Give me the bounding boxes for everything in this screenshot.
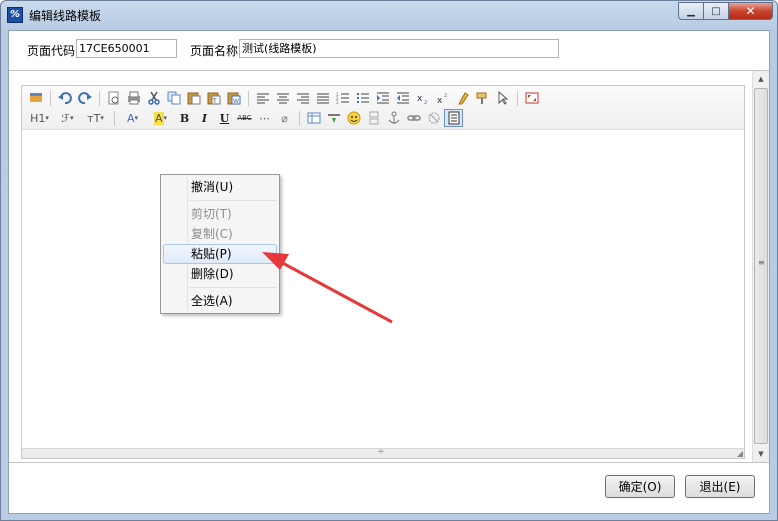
page-code-label: 页面代码: <box>27 44 80 58</box>
menu-item-cut[interactable]: 剪切(T) <box>163 204 277 224</box>
ordered-list-icon[interactable]: 123 <box>333 89 352 107</box>
justify-icon[interactable] <box>313 89 332 107</box>
unlink-icon[interactable] <box>424 109 443 127</box>
dialog-body: 页面代码: 17CE650001 页面名称: 测试(线路模板) T W 1 2 … <box>8 30 770 514</box>
svg-text:x: x <box>417 94 423 104</box>
paste-icon[interactable] <box>184 89 203 107</box>
context-menu: 撤消(U) 剪切(T) 复制(C) 粘贴(P) 删除(D) 全选(A) <box>160 174 280 314</box>
toolbar-row-1: T W 123 x2 x2 <box>26 88 542 108</box>
rich-text-editor: T W 123 x2 x2 H1 ▾ ℱ ▾ тT ▾ A ▾ A ▾ B I … <box>21 85 745 459</box>
paste-word-icon[interactable]: W <box>224 89 243 107</box>
print-icon[interactable] <box>124 89 143 107</box>
ok-button[interactable]: 确定(O) <box>605 475 675 498</box>
fullscreen-icon[interactable] <box>522 89 541 107</box>
menu-item-select-all[interactable]: 全选(A) <box>163 291 277 311</box>
undo-icon[interactable] <box>55 89 74 107</box>
outdent-icon[interactable] <box>393 89 412 107</box>
link-icon[interactable] <box>404 109 423 127</box>
font-color-label: A <box>126 111 135 125</box>
app-icon: % <box>7 7 23 23</box>
chevron-down-icon: ▾ <box>45 114 49 122</box>
scroll-up-icon[interactable]: ▲ <box>753 71 769 87</box>
resize-grip-icon[interactable]: ÷ <box>377 447 385 457</box>
maximize-button[interactable]: □ <box>704 2 729 20</box>
template-icon[interactable] <box>26 89 45 107</box>
thumb-grip-icon: ≡ <box>758 258 765 267</box>
page-fields: 页面代码: 17CE650001 页面名称: 测试(线路模板) <box>9 31 769 67</box>
exit-button[interactable]: 退出(E) <box>685 475 755 498</box>
font-family-dropdown[interactable]: ℱ ▾ <box>54 109 81 127</box>
window-title: 编辑线路模板 <box>29 9 102 23</box>
font-size-label: тT <box>87 111 101 125</box>
subscript-icon[interactable]: x2 <box>413 89 432 107</box>
heading-dropdown[interactable]: H1 ▾ <box>26 109 53 127</box>
page-name-input[interactable]: 测试(线路模板) <box>239 39 559 58</box>
page-code-input[interactable]: 17CE650001 <box>76 39 177 58</box>
editor-statusbar: ÷ ◢ <box>22 447 744 458</box>
table-icon[interactable] <box>304 109 323 127</box>
italic-button[interactable]: I <box>195 109 214 127</box>
indent-icon[interactable] <box>373 89 392 107</box>
heading-label: H1 <box>30 111 46 125</box>
font-color-button[interactable]: A ▾ <box>119 109 146 127</box>
font-size-dropdown[interactable]: тT ▾ <box>82 109 109 127</box>
svg-text:2: 2 <box>444 93 447 99</box>
page-break-icon[interactable] <box>364 109 383 127</box>
svg-text:W: W <box>233 98 239 105</box>
select-pointer-icon[interactable] <box>493 89 512 107</box>
superscript-icon[interactable]: x2 <box>433 89 452 107</box>
editor-toolbar: T W 123 x2 x2 H1 ▾ ℱ ▾ тT ▾ A ▾ A ▾ B I … <box>22 86 744 130</box>
font-family-label: ℱ <box>61 111 71 125</box>
scroll-down-icon[interactable]: ▼ <box>753 446 769 462</box>
dialog-footer: 确定(O) 退出(E) <box>9 463 769 513</box>
page-name-label: 页面名称: <box>190 44 243 58</box>
svg-text:2: 2 <box>424 100 427 104</box>
eraser-button[interactable]: ⌀ <box>275 109 294 127</box>
align-center-icon[interactable] <box>273 89 292 107</box>
paste-text-icon[interactable]: T <box>204 89 223 107</box>
menu-item-delete[interactable]: 删除(D) <box>163 264 277 284</box>
chevron-down-icon: ▾ <box>134 114 139 122</box>
scrollbar-thumb[interactable]: ≡ <box>754 88 768 444</box>
editor-frame: T W 123 x2 x2 H1 ▾ ℱ ▾ тT ▾ A ▾ A ▾ B I … <box>9 70 769 463</box>
insert-row-icon[interactable] <box>324 109 343 127</box>
align-left-icon[interactable] <box>253 89 272 107</box>
editor-content-area[interactable] <box>22 131 744 440</box>
vertical-scrollbar[interactable]: ▲ ≡ ▼ <box>752 71 769 462</box>
unordered-list-icon[interactable] <box>353 89 372 107</box>
chevron-down-icon: ▾ <box>100 114 104 122</box>
svg-text:x: x <box>437 96 443 104</box>
source-code-icon[interactable] <box>444 109 463 127</box>
clear-format-icon[interactable] <box>453 89 472 107</box>
menu-item-paste[interactable]: 粘贴(P) <box>163 244 277 264</box>
menu-item-undo[interactable]: 撤消(U) <box>163 177 277 197</box>
chevron-down-icon: ▾ <box>70 114 74 122</box>
anchor-icon[interactable] <box>384 109 403 127</box>
svg-text:3: 3 <box>336 100 339 104</box>
close-button[interactable]: ✕ <box>729 2 773 20</box>
chevron-down-icon: ▾ <box>163 114 168 122</box>
svg-text:T: T <box>212 98 217 105</box>
bold-button[interactable]: B <box>175 109 194 127</box>
copy-icon[interactable] <box>164 89 183 107</box>
cut-icon[interactable] <box>144 89 163 107</box>
menu-item-copy[interactable]: 复制(C) <box>163 224 277 244</box>
emoticon-icon[interactable] <box>344 109 363 127</box>
strikethrough-button[interactable]: ABC <box>235 109 254 127</box>
minimize-button[interactable]: ▁ <box>678 2 704 20</box>
corner-resize-icon[interactable]: ◢ <box>737 449 743 458</box>
preview-icon[interactable] <box>104 89 123 107</box>
align-right-icon[interactable] <box>293 89 312 107</box>
toolbar-row-2: H1 ▾ ℱ ▾ тT ▾ A ▾ A ▾ B I U ABC ⋯ ⌀ <box>26 108 464 128</box>
redo-icon[interactable] <box>75 89 94 107</box>
format-painter-icon[interactable] <box>473 89 492 107</box>
title-bar[interactable]: % 编辑线路模板 ▁ □ ✕ <box>1 1 777 29</box>
underline-button[interactable]: U <box>215 109 234 127</box>
dialog-window: % 编辑线路模板 ▁ □ ✕ 页面代码: 17CE650001 页面名称: 测试… <box>0 0 778 521</box>
highlight-label: A <box>153 111 164 125</box>
horizontal-rule-button[interactable]: ⋯ <box>255 109 274 127</box>
highlight-button[interactable]: A ▾ <box>147 109 174 127</box>
